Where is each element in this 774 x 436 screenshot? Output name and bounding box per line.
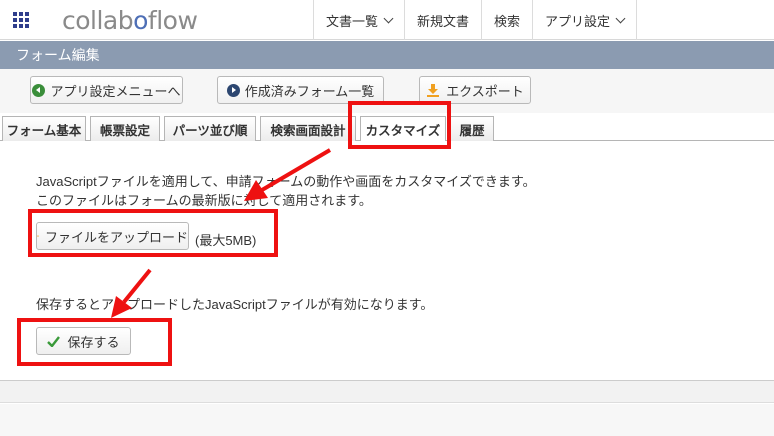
tab-history[interactable]: 履歴 — [450, 116, 494, 141]
save-note: 保存するとアップロードしたJavaScriptファイルが有効になります。 — [36, 297, 434, 312]
forward-arrow-icon — [226, 83, 240, 97]
nav-search[interactable]: 検索 — [480, 0, 532, 40]
tab-search-design[interactable]: 検索画面設計 — [260, 116, 356, 141]
export-button[interactable]: エクスポート — [419, 76, 531, 104]
page-title: フォーム編集 — [0, 41, 774, 69]
back-arrow-icon — [32, 83, 46, 97]
download-icon — [427, 84, 440, 97]
tab-parts-order[interactable]: パーツ並び順 — [164, 116, 256, 141]
tab-form-print[interactable]: 帳票設定 — [90, 116, 160, 141]
description-line-1: JavaScriptファイルを適用して、申請フォームの動作や画面をカスタマイズで… — [36, 174, 536, 189]
chevron-down-icon — [615, 13, 626, 23]
nav-app-settings[interactable]: アプリ設定 — [531, 0, 637, 40]
page-bottom — [0, 404, 774, 436]
app-settings-menu-button[interactable]: アプリ設定メニューへ — [30, 76, 183, 104]
nav-document-list[interactable]: 文書一覧 — [312, 0, 404, 40]
apps-grid-icon[interactable] — [13, 12, 29, 28]
annotation-box-customize-tab — [348, 101, 451, 149]
tab-form-basic[interactable]: フォーム基本 — [2, 116, 86, 141]
created-forms-list-button[interactable]: 作成済みフォーム一覧 — [217, 76, 384, 104]
top-header: collaboflow 文書一覧 新規文書 検索 アプリ設定 — [0, 0, 774, 40]
footer-strip — [0, 381, 774, 403]
nav-new-document[interactable]: 新規文書 — [403, 0, 481, 40]
main-nav: 文書一覧 新規文書 検索 アプリ設定 — [312, 0, 637, 40]
annotation-box-upload — [28, 209, 278, 257]
annotation-box-save — [17, 318, 172, 366]
collaboflow-logo[interactable]: collaboflow — [62, 6, 198, 35]
description-line-2: このファイルはフォームの最新版に対して適用されます。 — [36, 193, 372, 208]
chevron-down-icon — [383, 13, 394, 23]
